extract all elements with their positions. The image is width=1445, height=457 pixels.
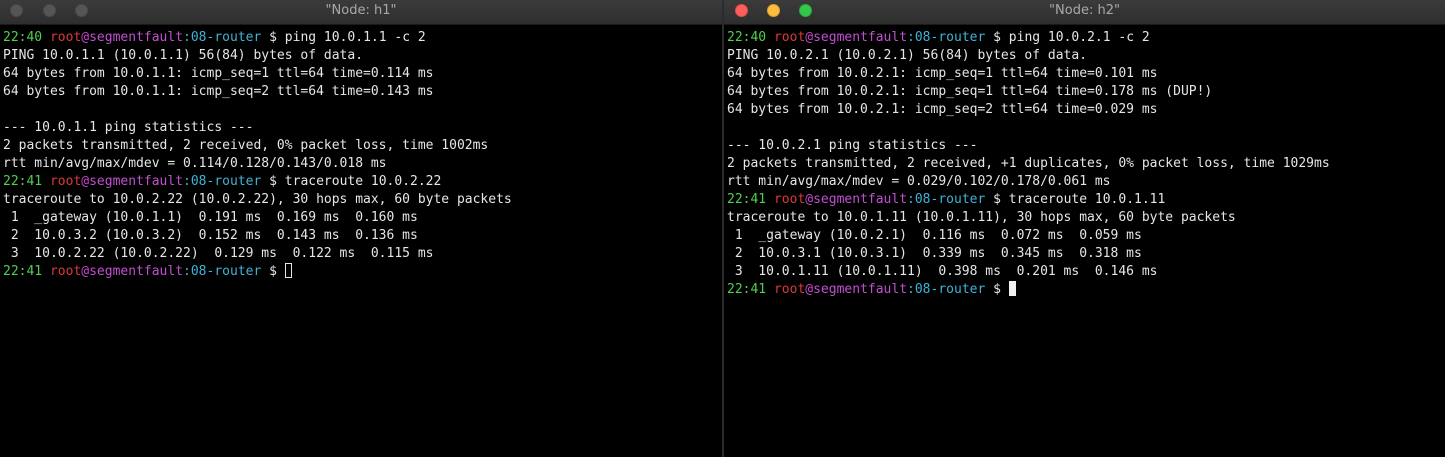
- prompt-colon: :: [907, 30, 915, 45]
- output-line: PING 10.0.1.1 (10.0.1.1) 56(84) bytes of…: [3, 48, 364, 63]
- output-line: --- 10.0.2.1 ping statistics ---: [727, 138, 978, 153]
- prompt-dir: 08-router: [190, 174, 262, 189]
- terminal-output[interactable]: 22:40 root@segmentfault:08-router $ ping…: [724, 25, 1445, 299]
- prompt-user: root: [49, 174, 82, 189]
- command-text: ping 10.0.1.1 -c 2: [284, 30, 426, 45]
- prompt-at: @: [805, 282, 814, 297]
- prompt-symbol: $: [261, 30, 285, 45]
- prompt-time: 22:41: [3, 264, 43, 279]
- prompt-time: 22:41: [727, 192, 767, 207]
- window-title: "Node: h2": [1049, 3, 1120, 18]
- output-line: 1 _gateway (10.0.1.1) 0.191 ms 0.169 ms …: [3, 210, 418, 225]
- prompt-user: root: [773, 192, 806, 207]
- prompt-user: root: [49, 30, 82, 45]
- command-text: traceroute 10.0.1.11: [1008, 192, 1166, 207]
- prompt-time: 22:40: [3, 30, 43, 45]
- prompt-dir: 08-router: [190, 264, 262, 279]
- prompt-user: root: [49, 264, 82, 279]
- output-line: 2 packets transmitted, 2 received, +1 du…: [727, 156, 1330, 171]
- prompt-user: root: [773, 282, 806, 297]
- prompt-dir: 08-router: [914, 282, 986, 297]
- prompt-line: 22:40 root@segmentfault:08-router $ ping…: [3, 29, 722, 47]
- prompt-user: root: [773, 30, 806, 45]
- prompt-host: segmentfault: [89, 30, 184, 45]
- output-line: 64 bytes from 10.0.1.1: icmp_seq=2 ttl=6…: [3, 84, 434, 99]
- output-line: traceroute to 10.0.2.22 (10.0.2.22), 30 …: [3, 192, 512, 207]
- command-text: ping 10.0.2.1 -c 2: [1008, 30, 1150, 45]
- output-line: PING 10.0.2.1 (10.0.2.1) 56(84) bytes of…: [727, 48, 1088, 63]
- prompt-line: 22:41 root@segmentfault:08-router $: [727, 281, 1445, 299]
- text-cursor: [284, 263, 292, 278]
- prompt-host: segmentfault: [813, 30, 908, 45]
- prompt-dir: 08-router: [914, 30, 986, 45]
- output-line: 2 packets transmitted, 2 received, 0% pa…: [3, 138, 489, 153]
- prompt-colon: :: [907, 282, 915, 297]
- prompt-host: segmentfault: [89, 264, 184, 279]
- terminal-window-h1[interactable]: "Node: h1" 22:40 root@segmentfault:08-ro…: [0, 0, 722, 457]
- desktop: "Node: h1" 22:40 root@segmentfault:08-ro…: [0, 0, 1445, 457]
- output-line: 3 10.0.1.11 (10.0.1.11) 0.398 ms 0.201 m…: [727, 264, 1158, 279]
- prompt-at: @: [805, 192, 814, 207]
- prompt-symbol: $: [261, 174, 285, 189]
- prompt-at: @: [81, 174, 90, 189]
- output-line: 1 _gateway (10.0.2.1) 0.116 ms 0.072 ms …: [727, 228, 1142, 243]
- title-bar[interactable]: "Node: h1": [0, 0, 722, 25]
- output-line: 64 bytes from 10.0.1.1: icmp_seq=1 ttl=6…: [3, 66, 434, 81]
- prompt-colon: :: [183, 264, 191, 279]
- prompt-time: 22:41: [3, 174, 43, 189]
- prompt-symbol: $: [985, 192, 1009, 207]
- prompt-symbol: $: [261, 264, 285, 279]
- output-line: 64 bytes from 10.0.2.1: icmp_seq=1 ttl=6…: [727, 66, 1158, 81]
- prompt-line: 22:41 root@segmentfault:08-router $ trac…: [727, 191, 1445, 209]
- prompt-colon: :: [183, 30, 191, 45]
- output-line: rtt min/avg/max/mdev = 0.114/0.128/0.143…: [3, 156, 387, 171]
- prompt-symbol: $: [985, 282, 1009, 297]
- prompt-line: 22:41 root@segmentfault:08-router $ trac…: [3, 173, 722, 191]
- output-line: 2 10.0.3.2 (10.0.3.2) 0.152 ms 0.143 ms …: [3, 228, 418, 243]
- output-line: 64 bytes from 10.0.2.1: icmp_seq=1 ttl=6…: [727, 84, 1213, 99]
- terminal-output[interactable]: 22:40 root@segmentfault:08-router $ ping…: [0, 25, 722, 281]
- output-line: 2 10.0.3.1 (10.0.3.1) 0.339 ms 0.345 ms …: [727, 246, 1142, 261]
- prompt-dir: 08-router: [914, 192, 986, 207]
- prompt-colon: :: [183, 174, 191, 189]
- terminal-window-h2[interactable]: "Node: h2" 22:40 root@segmentfault:08-ro…: [724, 0, 1445, 457]
- output-line: 3 10.0.2.22 (10.0.2.22) 0.129 ms 0.122 m…: [3, 246, 434, 261]
- prompt-symbol: $: [985, 30, 1009, 45]
- prompt-colon: :: [907, 192, 915, 207]
- window-title: "Node: h1": [325, 3, 397, 18]
- output-line: --- 10.0.1.1 ping statistics ---: [3, 120, 254, 135]
- prompt-dir: 08-router: [190, 30, 262, 45]
- prompt-host: segmentfault: [89, 174, 184, 189]
- prompt-line: 22:40 root@segmentfault:08-router $ ping…: [727, 29, 1445, 47]
- prompt-host: segmentfault: [813, 192, 908, 207]
- prompt-at: @: [81, 30, 90, 45]
- output-line: rtt min/avg/max/mdev = 0.029/0.102/0.178…: [727, 174, 1111, 189]
- output-line: traceroute to 10.0.1.11 (10.0.1.11), 30 …: [727, 210, 1236, 225]
- prompt-at: @: [81, 264, 90, 279]
- text-cursor: [1008, 281, 1016, 296]
- prompt-at: @: [805, 30, 814, 45]
- prompt-time: 22:41: [727, 282, 767, 297]
- output-line: 64 bytes from 10.0.2.1: icmp_seq=2 ttl=6…: [727, 102, 1158, 117]
- prompt-host: segmentfault: [813, 282, 908, 297]
- prompt-line: 22:41 root@segmentfault:08-router $: [3, 263, 722, 281]
- title-bar[interactable]: "Node: h2": [724, 0, 1445, 25]
- command-text: traceroute 10.0.2.22: [284, 174, 442, 189]
- prompt-time: 22:40: [727, 30, 767, 45]
